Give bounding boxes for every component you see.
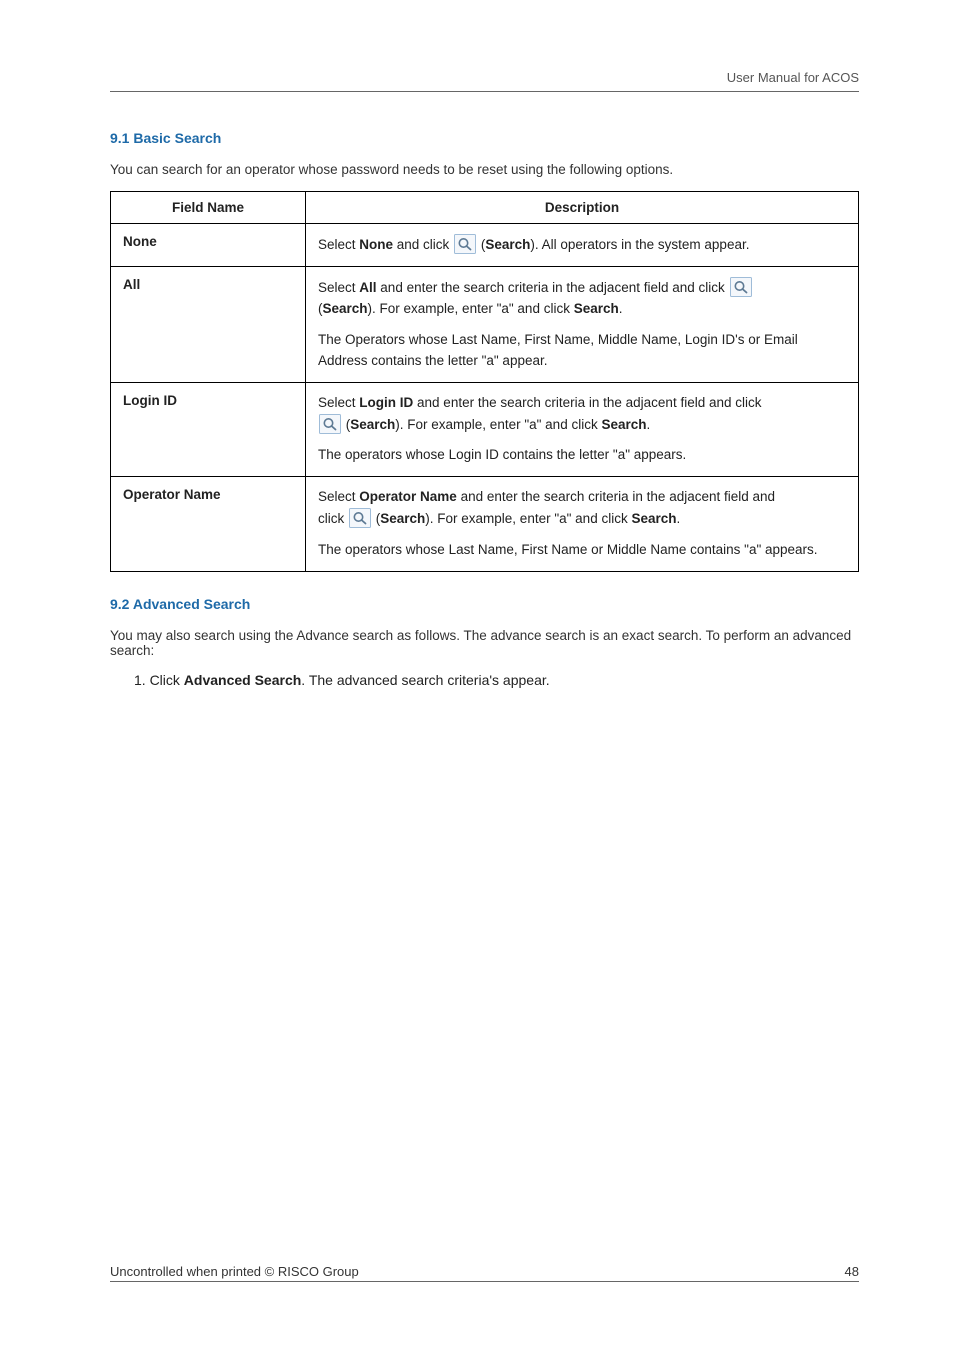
search-icon [730, 277, 752, 297]
desc-operator-name: Select Operator Name and enter the searc… [306, 477, 859, 572]
section-9-1-heading: 9.1 Basic Search [110, 130, 859, 146]
table-row-none: None Select None and click (Search). All… [111, 224, 859, 267]
col-field-name: Field Name [111, 192, 306, 224]
field-all: All [111, 266, 306, 382]
header-title: User Manual for ACOS [727, 70, 859, 85]
search-icon [319, 414, 341, 434]
page-footer: Uncontrolled when printed © RISCO Group … [110, 1264, 859, 1282]
page-header: User Manual for ACOS [110, 70, 859, 92]
footer-left: Uncontrolled when printed © RISCO Group [110, 1264, 359, 1279]
table-header-row: Field Name Description [111, 192, 859, 224]
desc-none: Select None and click (Search). All oper… [306, 224, 859, 267]
basic-search-table: Field Name Description None Select None … [110, 191, 859, 572]
field-none: None [111, 224, 306, 267]
advanced-search-step-1: 1. Click Advanced Search. The advanced s… [110, 672, 859, 688]
field-login-id: Login ID [111, 382, 306, 477]
table-row-all: All Select All and enter the search crit… [111, 266, 859, 382]
desc-login-id: Select Login ID and enter the search cri… [306, 382, 859, 477]
field-operator-name: Operator Name [111, 477, 306, 572]
footer-page-number: 48 [845, 1264, 859, 1279]
section-9-2-heading: 9.2 Advanced Search [110, 596, 859, 612]
desc-all: Select All and enter the search criteria… [306, 266, 859, 382]
col-description: Description [306, 192, 859, 224]
search-icon [349, 508, 371, 528]
search-icon [454, 234, 476, 254]
table-row-login-id: Login ID Select Login ID and enter the s… [111, 382, 859, 477]
section-9-2-lead: You may also search using the Advance se… [110, 628, 859, 658]
section-9-1-lead: You can search for an operator whose pas… [110, 162, 859, 177]
table-row-operator-name: Operator Name Select Operator Name and e… [111, 477, 859, 572]
